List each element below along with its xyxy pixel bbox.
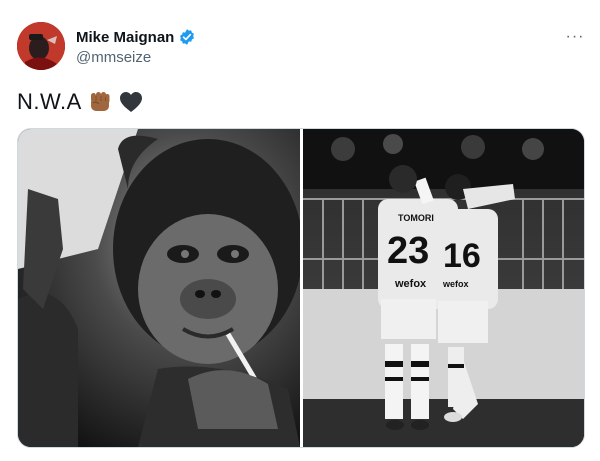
- chimpanzee-photo[interactable]: [18, 129, 300, 447]
- svg-text:16: 16: [443, 237, 481, 275]
- svg-text:wefox: wefox: [394, 278, 427, 290]
- media-grid: TOMORI 23 16 wefox wefox: [17, 128, 585, 448]
- tweet-text-row: N.W.A: [17, 88, 144, 116]
- players-photo[interactable]: TOMORI 23 16 wefox wefox: [303, 129, 584, 447]
- more-options-icon[interactable]: ···: [564, 26, 586, 48]
- handle[interactable]: @mmseize: [76, 49, 196, 66]
- name-row: Mike Maignan: [76, 27, 196, 47]
- raised-fist-medium-dark-skin-icon: [87, 89, 113, 115]
- black-heart-icon: [118, 89, 144, 115]
- tweet-text: N.W.A: [17, 89, 82, 114]
- author-block: Mike Maignan @mmseize: [76, 27, 196, 66]
- svg-text:TOMORI: TOMORI: [398, 213, 434, 223]
- display-name[interactable]: Mike Maignan: [76, 29, 174, 46]
- svg-text:23: 23: [387, 230, 429, 272]
- avatar[interactable]: [17, 22, 65, 70]
- svg-text:wefox: wefox: [442, 279, 469, 289]
- verified-badge-icon: [178, 28, 196, 46]
- avatar-image: [17, 22, 65, 70]
- tweet-card: Mike Maignan @mmseize ··· N.W.A TOMORI 2…: [0, 0, 600, 461]
